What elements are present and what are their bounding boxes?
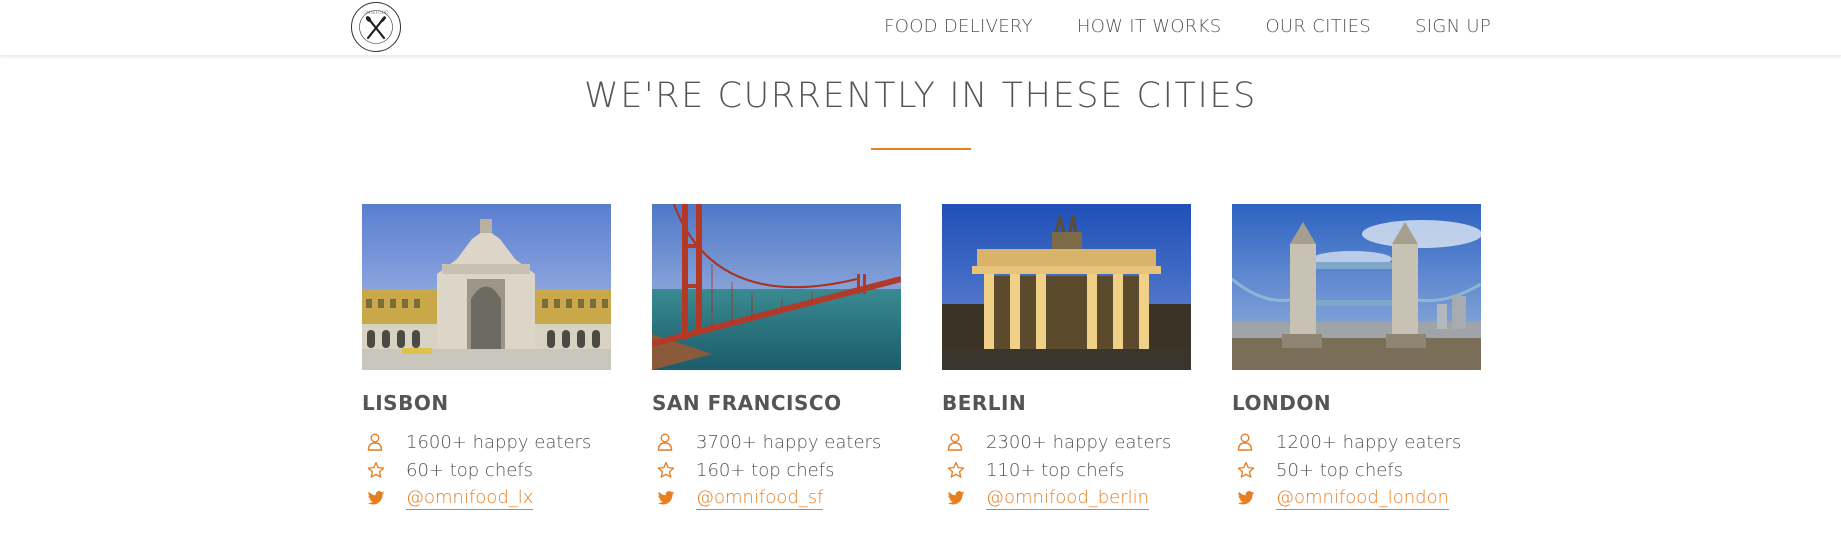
section-title: WE'RE CURRENTLY IN THESE CITIES	[584, 76, 1257, 116]
city-stats: 2300+ happy eaters 110+ top chefs @omnif…	[942, 428, 1191, 512]
city-card-berlin: BERLIN 2300+ happy eaters 110+ top chefs…	[942, 204, 1191, 512]
stat-twitter: @omnifood_london	[1232, 484, 1481, 512]
stat-eaters: 3700+ happy eaters	[652, 428, 901, 456]
city-card-san-francisco: SAN FRANCISCO 3700+ happy eaters 160+ to…	[652, 204, 901, 512]
stat-chefs: 160+ top chefs	[652, 456, 901, 484]
eaters-count: 1200+ happy eaters	[1276, 431, 1462, 453]
golden-gate-bridge-photo	[652, 204, 901, 370]
chefs-count: 160+ top chefs	[696, 459, 835, 481]
stat-twitter: @omnifood_berlin	[942, 484, 1191, 512]
person-icon	[657, 432, 685, 452]
star-icon	[1237, 460, 1265, 480]
lisbon-arch-photo	[362, 204, 611, 370]
main-nav: FOOD DELIVERY HOW IT WORKS OUR CITIES SI…	[884, 16, 1491, 37]
stat-chefs: 50+ top chefs	[1232, 456, 1481, 484]
stat-twitter: @omnifood_lx	[362, 484, 611, 512]
city-stats: 1600+ happy eaters 60+ top chefs @omnifo…	[362, 428, 611, 512]
city-name: SAN FRANCISCO	[652, 391, 842, 415]
cities-grid: LISBON 1600+ happy eaters 60+ top chefs …	[362, 204, 1481, 512]
city-stats: 1200+ happy eaters 50+ top chefs @omnifo…	[1232, 428, 1481, 512]
star-icon	[367, 460, 395, 480]
chefs-count: 50+ top chefs	[1276, 459, 1404, 481]
brandenburg-gate-photo	[942, 204, 1191, 370]
navbar: OMNIFOOD FOOD DELIVERY HOW IT WORKS OUR …	[0, 0, 1841, 56]
omnifood-logo[interactable]: OMNIFOOD	[351, 2, 401, 52]
stat-eaters: 2300+ happy eaters	[942, 428, 1191, 456]
city-name: LISBON	[362, 391, 449, 415]
chefs-count: 60+ top chefs	[406, 459, 534, 481]
eaters-count: 2300+ happy eaters	[986, 431, 1172, 453]
nav-food-delivery[interactable]: FOOD DELIVERY	[884, 16, 1033, 37]
title-divider	[871, 148, 971, 150]
city-card-london: LONDON 1200+ happy eaters 50+ top chefs …	[1232, 204, 1481, 512]
twitter-icon	[1237, 488, 1265, 508]
twitter-icon	[367, 488, 395, 508]
person-icon	[1237, 432, 1265, 452]
fork-knife-logo-icon: OMNIFOOD	[359, 10, 393, 44]
tower-bridge-photo	[1232, 204, 1481, 370]
twitter-link[interactable]: @omnifood_berlin	[986, 487, 1150, 510]
chefs-count: 110+ top chefs	[986, 459, 1125, 481]
city-card-lisbon: LISBON 1600+ happy eaters 60+ top chefs …	[362, 204, 611, 512]
city-stats: 3700+ happy eaters 160+ top chefs @omnif…	[652, 428, 901, 512]
person-icon	[947, 432, 975, 452]
twitter-link[interactable]: @omnifood_lx	[406, 487, 534, 510]
twitter-link[interactable]: @omnifood_sf	[696, 487, 824, 510]
nav-our-cities[interactable]: OUR CITIES	[1265, 16, 1371, 37]
stat-chefs: 60+ top chefs	[362, 456, 611, 484]
person-icon	[367, 432, 395, 452]
stat-eaters: 1200+ happy eaters	[1232, 428, 1481, 456]
stat-chefs: 110+ top chefs	[942, 456, 1191, 484]
stat-twitter: @omnifood_sf	[652, 484, 901, 512]
star-icon	[657, 460, 685, 480]
city-name: BERLIN	[942, 391, 1027, 415]
city-name: LONDON	[1232, 391, 1332, 415]
stat-eaters: 1600+ happy eaters	[362, 428, 611, 456]
eaters-count: 3700+ happy eaters	[696, 431, 882, 453]
star-icon	[947, 460, 975, 480]
nav-sign-up[interactable]: SIGN UP	[1415, 16, 1491, 37]
twitter-icon	[947, 488, 975, 508]
twitter-link[interactable]: @omnifood_london	[1276, 487, 1450, 510]
nav-how-it-works[interactable]: HOW IT WORKS	[1077, 16, 1222, 37]
eaters-count: 1600+ happy eaters	[406, 431, 592, 453]
twitter-icon	[657, 488, 685, 508]
